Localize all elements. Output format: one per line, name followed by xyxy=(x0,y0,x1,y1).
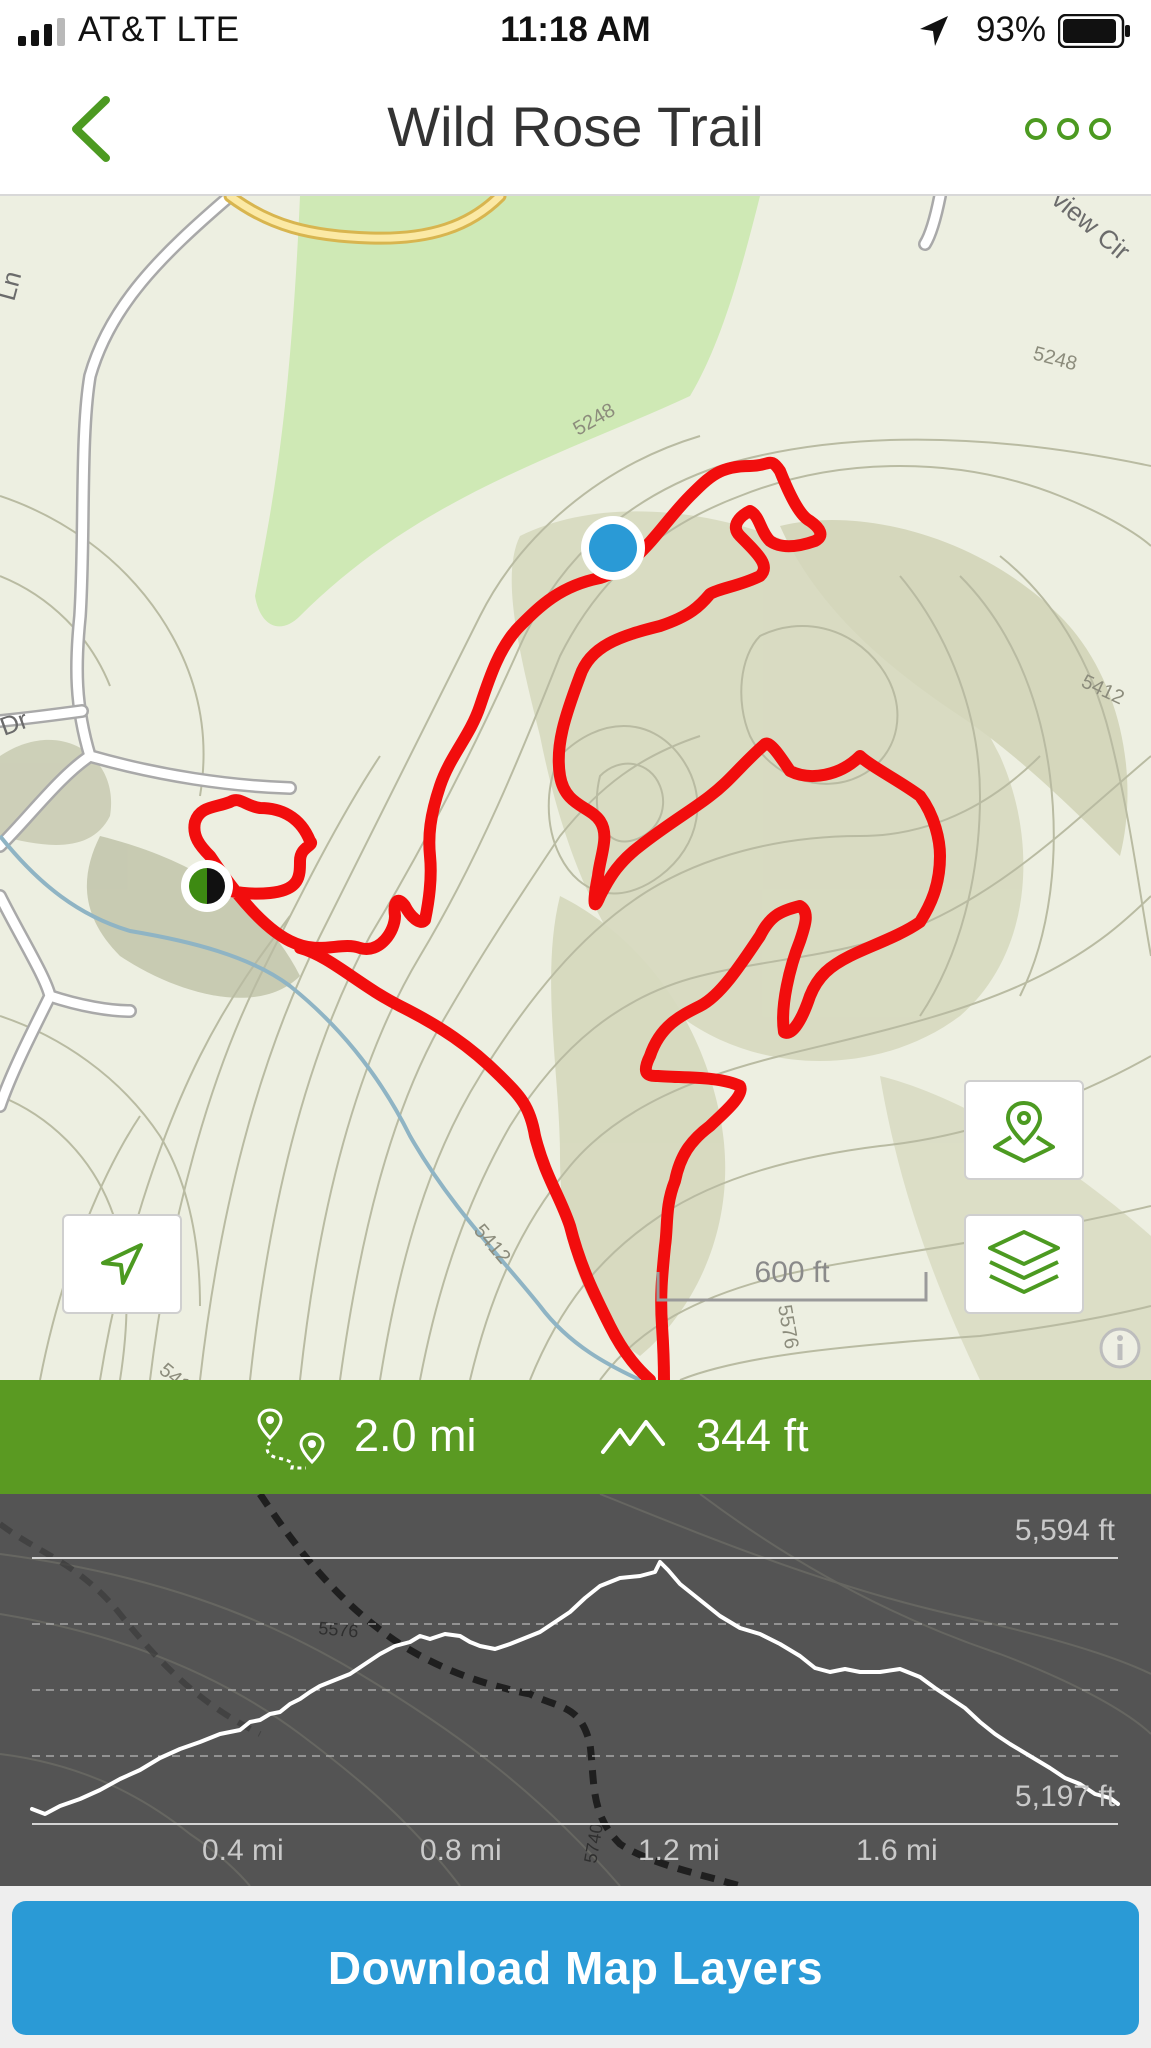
contour-label: 5248 xyxy=(1031,343,1080,376)
location-arrow-icon xyxy=(920,16,948,46)
locate-me-button[interactable] xyxy=(62,1214,182,1314)
scale-label: 600 ft xyxy=(754,1256,830,1289)
street-label: Dr xyxy=(0,704,32,742)
locate-me-icon xyxy=(101,1243,143,1285)
max-elevation-label: 5,594 ft xyxy=(1014,1514,1115,1547)
current-location-marker xyxy=(581,516,645,580)
map-canvas: 5248 5248 5412 5412 5412 5576 Ln Dr view… xyxy=(0,196,1151,1380)
contour-label: 5412 xyxy=(155,1359,203,1380)
page-title: Wild Rose Trail xyxy=(387,95,764,158)
download-map-layers-button[interactable]: Download Map Layers xyxy=(12,1901,1139,2035)
street-label: Ln xyxy=(0,268,27,304)
min-elevation-label: 5,197 ft xyxy=(1014,1780,1115,1813)
x-axis-label: 0.8 mi xyxy=(420,1834,502,1867)
elevation-chart: 5576 5740 xyxy=(0,1494,1151,1886)
contour-label: 5576 xyxy=(318,1618,360,1641)
x-axis-label: 1.6 mi xyxy=(856,1834,938,1867)
route-icon xyxy=(257,1408,325,1470)
street-label: view Cir xyxy=(1046,196,1136,266)
more-icon[interactable] xyxy=(1020,114,1130,144)
trail-pin-button[interactable] xyxy=(964,1080,1084,1180)
elevation-icon xyxy=(601,1420,665,1454)
status-bar: AT&T LTE 11:18 AM 93% xyxy=(0,0,1151,64)
x-axis-label: 1.2 mi xyxy=(638,1834,720,1867)
trailhead-marker[interactable] xyxy=(181,860,233,912)
trail-map[interactable]: 5248 5248 5412 5412 5412 5576 Ln Dr view… xyxy=(0,196,1151,1380)
info-icon[interactable] xyxy=(1098,1326,1142,1370)
x-axis-label: 0.4 mi xyxy=(202,1834,284,1867)
map-scale-bar: 600 ft xyxy=(656,1256,928,1304)
distance-value: 2.0 mi xyxy=(354,1410,477,1461)
contour-label: 5576 xyxy=(773,1303,802,1351)
footer: Download Map Layers xyxy=(0,1886,1151,2048)
layers-icon xyxy=(988,1230,1060,1294)
trail-pin-icon xyxy=(993,1100,1055,1163)
trail-stats-bar: 2.0 mi 344 ft xyxy=(0,1380,1151,1494)
elevation-profile[interactable]: 5576 5740 5,594 ft 5,197 ft 0.4 mi 0.8 m… xyxy=(0,1494,1151,1886)
nav-bar: Wild Rose Trail xyxy=(0,64,1151,196)
elevation-gain-value: 344 ft xyxy=(696,1410,809,1461)
battery-icon xyxy=(1058,14,1130,48)
elevation-line xyxy=(30,1560,1120,1816)
battery-percent: 93% xyxy=(975,10,1046,49)
map-layers-button[interactable] xyxy=(964,1214,1084,1314)
contour-label: 5740 xyxy=(580,1822,607,1865)
contour-label: 5412 xyxy=(469,1220,514,1268)
